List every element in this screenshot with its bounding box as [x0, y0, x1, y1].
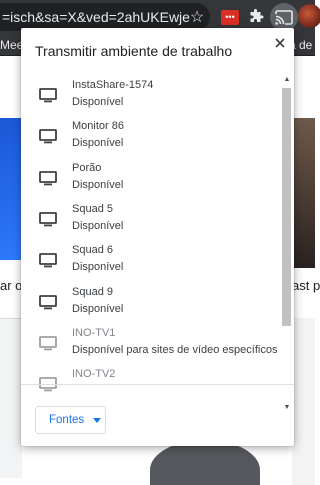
cast-device-status: Disponível: [72, 137, 124, 149]
cast-device-status: Disponível: [72, 96, 124, 108]
scrollbar[interactable]: ▲ ▼: [280, 74, 294, 412]
monitor-icon: [39, 336, 57, 351]
image-thumbnail[interactable]: [0, 118, 22, 260]
scroll-up-arrow-icon[interactable]: ▲: [283, 74, 291, 84]
cast-device-name: Squad 5: [72, 203, 113, 215]
monitor-icon: [39, 171, 57, 186]
cast-device-item[interactable]: Squad 5 Disponível: [21, 198, 280, 239]
address-bar[interactable]: =isch&sa=X&ved=2ahUKEwje: [0, 3, 210, 31]
cast-icon[interactable]: [270, 3, 298, 31]
cast-device-name: InstaShare-1574: [72, 79, 154, 91]
image-thumbnail[interactable]: [292, 318, 315, 485]
cast-device-status: Disponível: [72, 303, 124, 315]
cast-device-item[interactable]: Squad 6 Disponível: [21, 239, 280, 280]
footer-divider: [21, 384, 294, 385]
cast-device-item[interactable]: InstaShare-1574 Disponível: [21, 74, 280, 115]
cast-device-name: Porão: [72, 162, 102, 174]
dialog-title: Transmitir ambiente de trabalho: [35, 43, 233, 59]
cast-device-status: Disponível: [72, 179, 124, 191]
extension-icon[interactable]: •••: [219, 6, 241, 28]
cast-device-item[interactable]: Squad 9 Disponível: [21, 281, 280, 322]
monitor-icon: [39, 295, 57, 310]
scroll-down-arrow-icon[interactable]: ▼: [283, 402, 291, 412]
cast-device-item[interactable]: INO-TV1 Disponível para sites de vídeo es…: [21, 322, 280, 363]
cast-device-item[interactable]: Monitor 86 Disponível: [21, 115, 280, 156]
image-thumbnail[interactable]: [0, 318, 22, 478]
bookmark-star-icon[interactable]: ☆: [186, 6, 208, 28]
bookmark-item[interactable]: Mee: [0, 38, 23, 52]
cast-device-item[interactable]: Porão Disponível: [21, 157, 280, 198]
cast-device-name: Squad 9: [72, 286, 113, 298]
cast-device-name: INO-TV1: [72, 327, 116, 339]
cast-device-name: Squad 6: [72, 244, 113, 256]
close-button[interactable]: [271, 34, 289, 52]
extensions-puzzle-icon[interactable]: [245, 6, 267, 28]
cast-device-status: Disponível: [72, 261, 124, 273]
thumbnail-caption[interactable]: ast p: [292, 278, 320, 293]
profile-avatar[interactable]: [298, 4, 320, 28]
monitor-icon: [39, 253, 57, 268]
cast-device-list: InstaShare-1574 Disponível Monitor 86 Dispo…: [21, 74, 294, 412]
scrollbar-thumb[interactable]: [282, 88, 291, 326]
close-icon: [275, 38, 285, 48]
cast-device-name: INO-TV2: [72, 368, 116, 380]
monitor-icon: [39, 88, 57, 103]
sources-button[interactable]: Fontes: [35, 406, 106, 434]
cast-device-name: Monitor 86: [72, 120, 124, 132]
monitor-icon: [39, 129, 57, 144]
cast-device-status: Disponível para sites de vídeo específic…: [72, 344, 278, 356]
sources-label: Fontes: [49, 414, 85, 426]
image-thumbnail[interactable]: [292, 118, 315, 268]
monitor-icon: [39, 212, 57, 227]
cast-dialog: Transmitir ambiente de trabalho InstaSha…: [21, 28, 294, 446]
cast-device-status: Disponível: [72, 220, 124, 232]
extension-badge: •••: [221, 9, 239, 25]
dropdown-arrow-icon: [93, 417, 102, 423]
